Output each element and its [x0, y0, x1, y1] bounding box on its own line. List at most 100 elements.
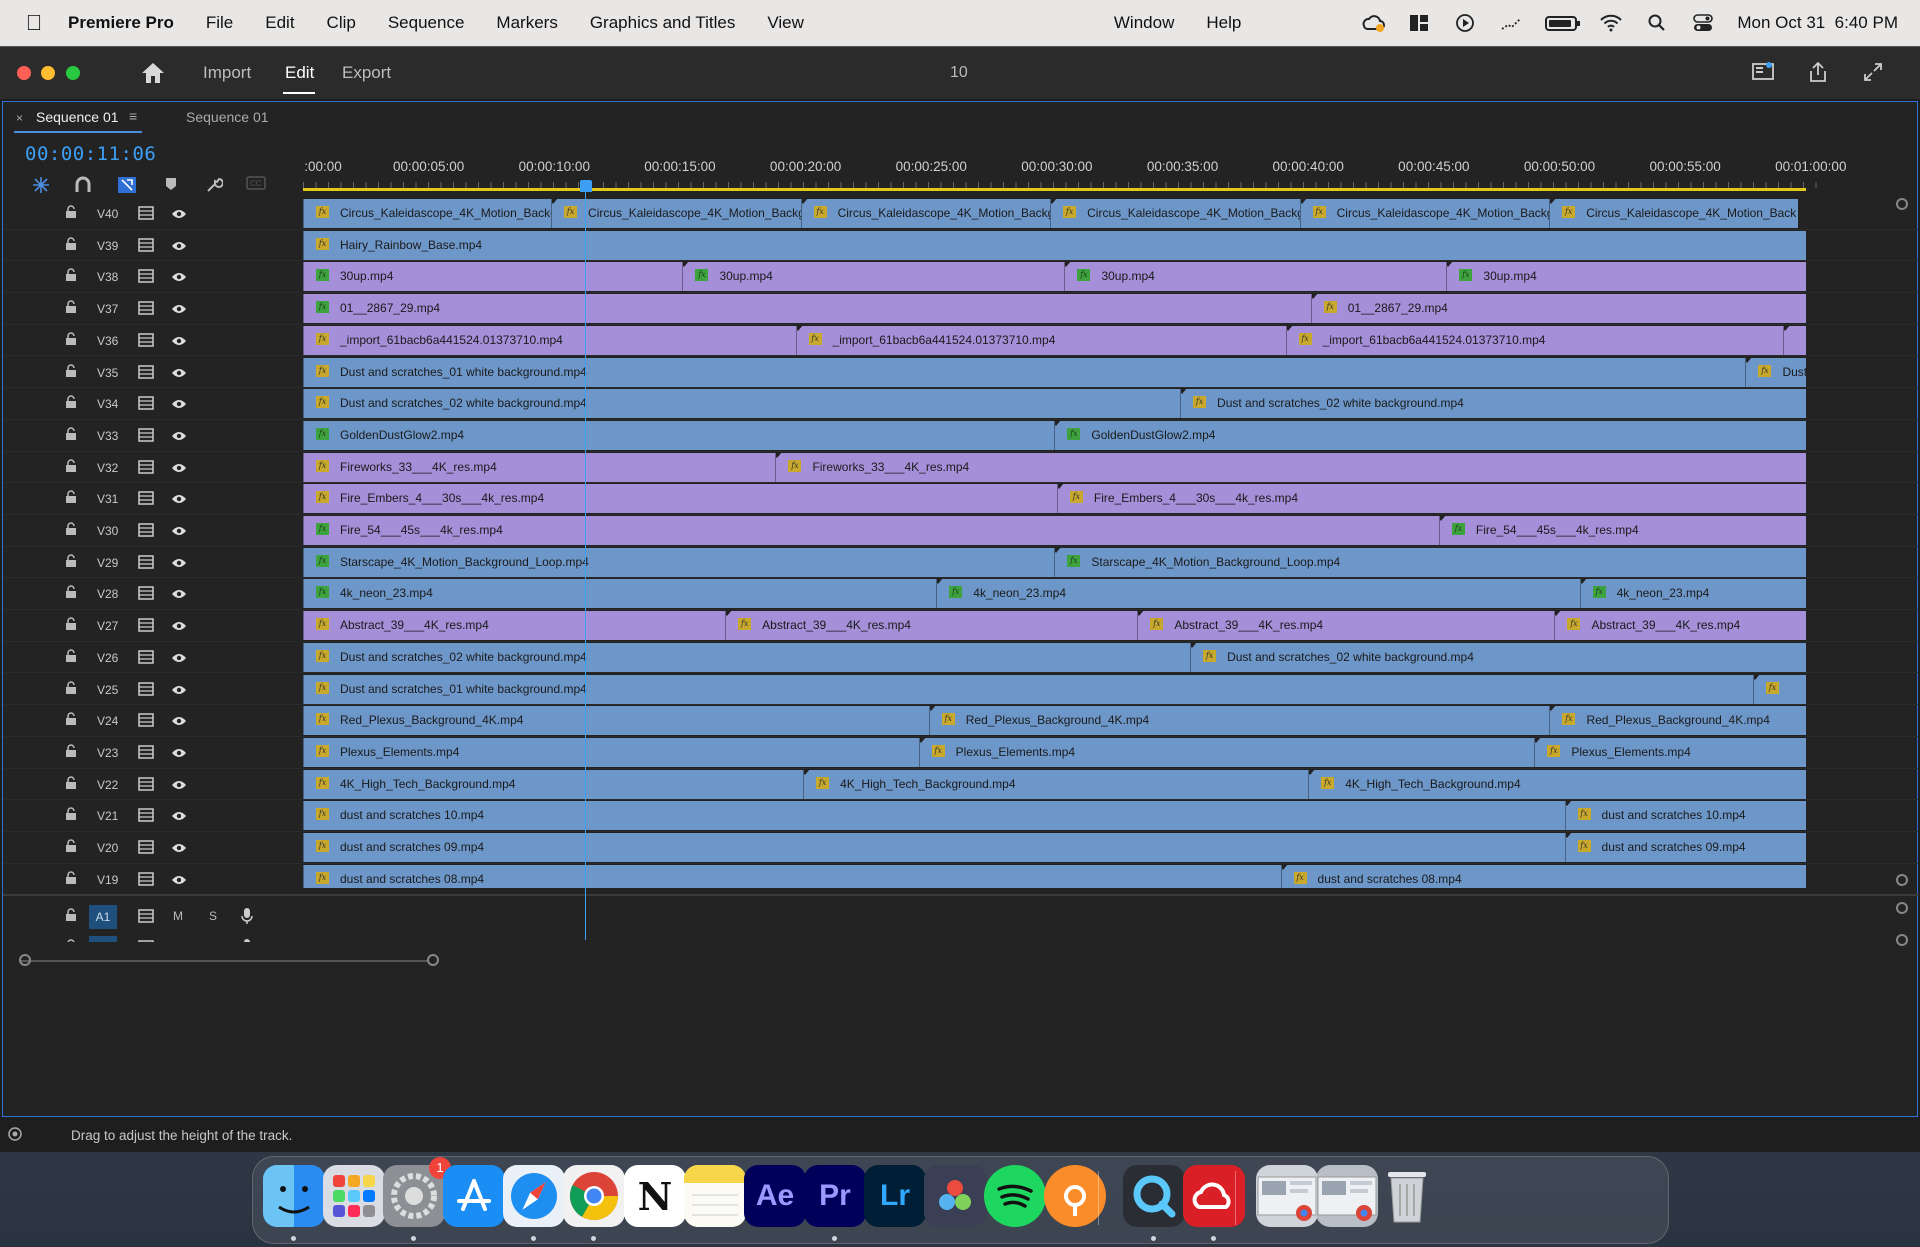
- lock-icon[interactable]: [65, 554, 77, 568]
- fullscreen-icon[interactable]: [1860, 61, 1886, 85]
- dock-app-store-icon[interactable]: [443, 1165, 505, 1227]
- timeline-clip[interactable]: fx Fire_Embers_4___30s___4k_res.mp4: [1056, 484, 1806, 514]
- video-track-v38[interactable]: V38 fx 30up.mp4 fx 30up.mp4 fx 30up.mp4 fx 30up.…: [3, 261, 1919, 294]
- dock-lightroom-icon[interactable]: Lr: [864, 1165, 926, 1227]
- tab-edit[interactable]: Edit: [285, 63, 314, 83]
- wifi-icon[interactable]: [1599, 13, 1623, 33]
- timeline-clip[interactable]: fx Dust and scratches_01 white background…: [303, 674, 1753, 704]
- timeline-clip[interactable]: fx GoldenDustGlow2.mp4: [1054, 420, 1806, 450]
- sync-lock-icon[interactable]: [138, 840, 154, 854]
- eye-icon[interactable]: [171, 619, 187, 631]
- menu-window[interactable]: Window: [1114, 13, 1174, 33]
- eye-icon[interactable]: [171, 397, 187, 409]
- sync-lock-icon[interactable]: [138, 523, 154, 537]
- timeline-clip[interactable]: fx Plexus_Elements.mp4: [1534, 737, 1806, 767]
- scroll-bottom-handle[interactable]: [1896, 874, 1908, 886]
- share-icon[interactable]: [1805, 61, 1831, 85]
- track-header[interactable]: V34: [3, 388, 301, 419]
- track-header[interactable]: V37: [3, 293, 301, 324]
- video-track-v37[interactable]: V37 fx 01__2867_29.mp4 fx 01__2867_29.mp4: [3, 293, 1919, 325]
- timeline-clip[interactable]: fx Circus_Kaleidascope_4K_Motion_Backg: [800, 199, 1051, 228]
- timeline-clip[interactable]: fx Fire_54___45s___4k_res.mp4: [1438, 516, 1806, 545]
- close-tab-icon[interactable]: ×: [16, 111, 23, 125]
- add-marker-icon[interactable]: [161, 176, 181, 194]
- video-track-v34[interactable]: V34 fx Dust and scratches_02 white backgro…: [3, 388, 1919, 420]
- menu-clip[interactable]: Clip: [327, 13, 356, 33]
- battery-icon[interactable]: [1545, 15, 1581, 31]
- timeline-clip[interactable]: fx 30up.mp4: [303, 262, 683, 292]
- tab-sequence-01-secondary[interactable]: Sequence 01: [186, 109, 269, 125]
- timeline-clip[interactable]: fx GoldenDustGlow2.mp4: [303, 420, 1055, 450]
- track-header[interactable]: V33: [3, 419, 301, 451]
- timeline-clip[interactable]: fx Dust and scratches_02 white background…: [303, 642, 1191, 672]
- timeline-clip[interactable]: fx Circus_Kaleidascope_4K_Motion_Backg: [1050, 199, 1300, 228]
- track-name[interactable]: V33: [97, 429, 118, 443]
- timeline-clip[interactable]: fx 4K_High_Tech_Background.mp4: [1308, 769, 1806, 799]
- track-header[interactable]: V28: [3, 578, 301, 610]
- playhead-handle[interactable]: [580, 180, 592, 192]
- timeline-clip[interactable]: fx Circus_Kaleidascope_4K_Motion_Backg: [1299, 199, 1550, 228]
- timeline-clip[interactable]: fx Starscape_4K_Motion_Background_Loop.mp…: [1054, 547, 1806, 577]
- timeline-clip[interactable]: fx Abstract_39___4K_res.mp4: [1137, 611, 1555, 641]
- dock-chrome-icon[interactable]: [563, 1165, 625, 1227]
- eye-icon[interactable]: [171, 556, 187, 568]
- sync-lock-icon[interactable]: [138, 491, 154, 506]
- timeline-clip[interactable]: fx Abstract_39___4K_res.mp4: [725, 611, 1138, 641]
- timeline-clip[interactable]: fx dust and scratches 08.mp4: [303, 864, 1281, 888]
- close-window-button[interactable]: [17, 66, 31, 80]
- video-track-v29[interactable]: V29 fx Starscape_4K_Motion_Background_Loop…: [3, 546, 1919, 579]
- eye-icon[interactable]: [171, 461, 187, 473]
- quick-export-icon[interactable]: [1750, 61, 1776, 85]
- timeline-clip[interactable]: fx 4k_neon_23.mp4: [303, 579, 937, 609]
- track-header[interactable]: V23: [3, 736, 301, 768]
- eye-icon[interactable]: [171, 714, 187, 726]
- dock-screenshot-1-icon[interactable]: [1256, 1165, 1318, 1227]
- audio-scroll-top-handle[interactable]: [1896, 902, 1908, 914]
- dock-trash-icon[interactable]: [1376, 1165, 1438, 1227]
- dock-after-effects-icon[interactable]: Ae: [744, 1165, 806, 1227]
- menu-sequence[interactable]: Sequence: [388, 13, 465, 33]
- tab-menu-icon[interactable]: ≡: [129, 108, 137, 124]
- track-name[interactable]: V34: [97, 397, 118, 411]
- track-name[interactable]: V25: [97, 683, 118, 697]
- timeline-clip[interactable]: fx Plexus_Elements.mp4: [303, 737, 919, 767]
- eye-icon[interactable]: [171, 524, 187, 536]
- video-track-v40[interactable]: V40 fx Circus_Kaleidascope_4K_Motion_Backg…: [3, 198, 1919, 230]
- snap-icon[interactable]: [73, 176, 93, 194]
- lock-icon[interactable]: [65, 807, 77, 821]
- menu-help[interactable]: Help: [1206, 13, 1241, 33]
- hscroll-left-handle[interactable]: [19, 954, 31, 966]
- track-name[interactable]: V22: [97, 778, 118, 792]
- video-track-v20[interactable]: V20 fx dust and scratches 09.mp4 fx dust and…: [3, 832, 1919, 864]
- menu-view[interactable]: View: [767, 13, 804, 33]
- time-ruler[interactable]: :00:00 00:00:05:00 00:00:10:00 00:00:15:00 0…: [303, 138, 1846, 188]
- lock-icon[interactable]: [65, 458, 77, 473]
- timeline-clip[interactable]: fx Circus_Kaleidascope_4K_Motion_Back: [1549, 199, 1799, 228]
- eye-icon[interactable]: [171, 651, 187, 663]
- apple-icon[interactable]: : [0, 10, 68, 36]
- dock-overcast-icon[interactable]: [1044, 1165, 1106, 1227]
- timeline-clip[interactable]: fx Dust and scratches_02 white background…: [303, 389, 1181, 419]
- eye-icon[interactable]: [171, 270, 187, 282]
- track-name[interactable]: V40: [97, 207, 118, 221]
- sync-lock-icon[interactable]: [138, 269, 154, 284]
- timeline-clip[interactable]: fx Dust: [1745, 357, 1806, 387]
- mute-button[interactable]: M: [173, 909, 183, 923]
- track-header[interactable]: V29: [3, 546, 301, 578]
- video-track-v35[interactable]: V35 fx Dust and scratches_01 white backgro…: [3, 356, 1919, 389]
- track-header[interactable]: V25: [3, 673, 301, 705]
- menu-file[interactable]: File: [206, 13, 233, 33]
- lock-icon[interactable]: [65, 908, 77, 922]
- timeline-clip[interactable]: fx 30up.mp4: [1064, 262, 1447, 292]
- track-header[interactable]: V40: [3, 198, 301, 229]
- lock-icon[interactable]: [65, 839, 77, 853]
- timeline-clip[interactable]: fx dust and scratches 10.mp4: [303, 801, 1565, 831]
- timeline-clip[interactable]: fx _import_61bacb6a441524.01373710.mp4: [1285, 325, 1784, 355]
- track-name[interactable]: V30: [97, 524, 118, 538]
- timeline-clip[interactable]: fx Fireworks_33___4K_res.mp4: [775, 452, 1806, 482]
- track-header[interactable]: V21: [3, 800, 301, 831]
- track-name[interactable]: V24: [97, 714, 118, 728]
- linked-selection-icon[interactable]: [117, 176, 137, 194]
- video-track-v32[interactable]: V32 fx Fireworks_33___4K_res.mp4 fx Firework…: [3, 451, 1919, 484]
- timeline-clip[interactable]: fx Plexus_Elements.mp4: [918, 737, 1535, 767]
